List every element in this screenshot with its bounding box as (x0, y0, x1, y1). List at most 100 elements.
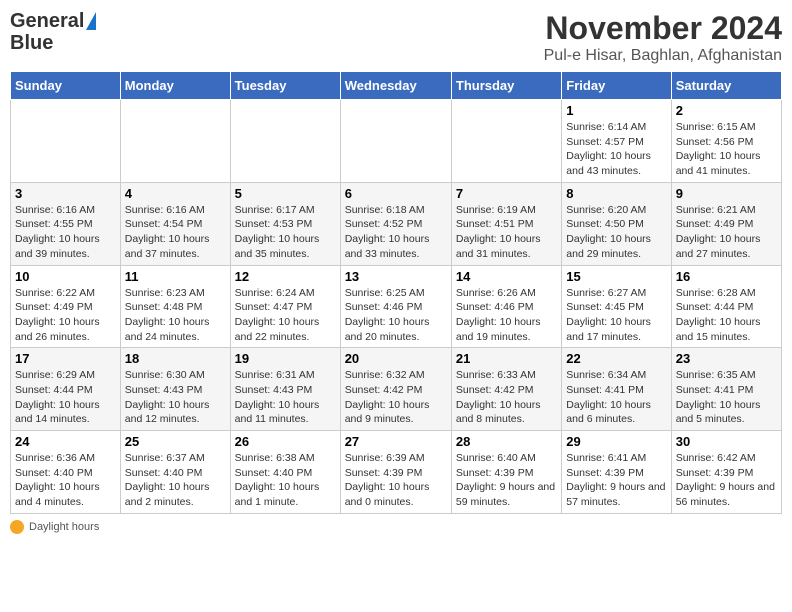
day-info: Sunrise: 6:31 AM Sunset: 4:43 PM Dayligh… (235, 368, 336, 427)
calendar-cell: 5 Sunrise: 6:17 AM Sunset: 4:53 PM Daylig… (230, 182, 340, 265)
day-number: 8 (566, 186, 666, 201)
day-info: Sunrise: 6:23 AM Sunset: 4:48 PM Dayligh… (125, 286, 226, 345)
day-info: Sunrise: 6:25 AM Sunset: 4:46 PM Dayligh… (345, 286, 447, 345)
day-number: 4 (125, 186, 226, 201)
day-info: Sunrise: 6:40 AM Sunset: 4:39 PM Dayligh… (456, 451, 557, 510)
day-info: Sunrise: 6:20 AM Sunset: 4:50 PM Dayligh… (566, 203, 666, 262)
day-info: Sunrise: 6:17 AM Sunset: 4:53 PM Dayligh… (235, 203, 336, 262)
day-number: 22 (566, 351, 666, 366)
calendar-cell: 25Sunrise: 6:37 AM Sunset: 4:40 PM Dayli… (120, 431, 230, 514)
day-number: 13 (345, 269, 447, 284)
day-number: 9 (676, 186, 777, 201)
weekday-header-wednesday: Wednesday (340, 72, 451, 100)
page-header: General Blue November 2024 Pul-e Hisar, … (10, 10, 782, 65)
day-number: 27 (345, 434, 447, 449)
calendar-table: SundayMondayTuesdayWednesdayThursdayFrid… (10, 71, 782, 514)
day-info: Sunrise: 6:16 AM Sunset: 4:54 PM Dayligh… (125, 203, 226, 262)
day-info: Sunrise: 6:29 AM Sunset: 4:44 PM Dayligh… (15, 368, 116, 427)
day-number: 11 (125, 269, 226, 284)
day-number: 26 (235, 434, 336, 449)
day-number: 28 (456, 434, 557, 449)
day-number: 1 (566, 103, 666, 118)
day-info: Sunrise: 6:27 AM Sunset: 4:45 PM Dayligh… (566, 286, 666, 345)
logo: General Blue (10, 10, 96, 54)
calendar-cell: 6 Sunrise: 6:18 AM Sunset: 4:52 PM Daylig… (340, 182, 451, 265)
calendar-cell (451, 100, 561, 183)
calendar-cell: 10Sunrise: 6:22 AM Sunset: 4:49 PM Dayli… (11, 265, 121, 348)
day-info: Sunrise: 6:19 AM Sunset: 4:51 PM Dayligh… (456, 203, 557, 262)
calendar-cell (230, 100, 340, 183)
day-info: Sunrise: 6:32 AM Sunset: 4:42 PM Dayligh… (345, 368, 447, 427)
calendar-cell (120, 100, 230, 183)
calendar-cell: 20 Sunrise: 6:32 AM Sunset: 4:42 PM Dayli… (340, 348, 451, 431)
calendar-cell: 4 Sunrise: 6:16 AM Sunset: 4:54 PM Daylig… (120, 182, 230, 265)
calendar-cell: 21Sunrise: 6:33 AM Sunset: 4:42 PM Dayli… (451, 348, 561, 431)
day-info: Sunrise: 6:30 AM Sunset: 4:43 PM Dayligh… (125, 368, 226, 427)
logo-blue: Blue (10, 32, 53, 54)
day-number: 12 (235, 269, 336, 284)
calendar-cell: 16Sunrise: 6:28 AM Sunset: 4:44 PM Dayli… (671, 265, 781, 348)
calendar-cell: 24 Sunrise: 6:36 AM Sunset: 4:40 PM Dayli… (11, 431, 121, 514)
day-info: Sunrise: 6:24 AM Sunset: 4:47 PM Dayligh… (235, 286, 336, 345)
day-number: 6 (345, 186, 447, 201)
weekday-header-friday: Friday (562, 72, 671, 100)
day-number: 10 (15, 269, 116, 284)
day-info: Sunrise: 6:33 AM Sunset: 4:42 PM Dayligh… (456, 368, 557, 427)
day-number: 19 (235, 351, 336, 366)
footer-note: Daylight hours (10, 520, 782, 534)
day-number: 5 (235, 186, 336, 201)
day-number: 14 (456, 269, 557, 284)
day-info: Sunrise: 6:39 AM Sunset: 4:39 PM Dayligh… (345, 451, 447, 510)
calendar-cell: 2Sunrise: 6:15 AM Sunset: 4:56 PM Daylig… (671, 100, 781, 183)
day-number: 17 (15, 351, 116, 366)
calendar-cell: 27 Sunrise: 6:39 AM Sunset: 4:39 PM Dayli… (340, 431, 451, 514)
location-title: Pul-e Hisar, Baghlan, Afghanistan (544, 47, 782, 65)
day-number: 23 (676, 351, 777, 366)
calendar-cell: 26 Sunrise: 6:38 AM Sunset: 4:40 PM Dayli… (230, 431, 340, 514)
calendar-cell: 1 Sunrise: 6:14 AM Sunset: 4:57 PM Daylig… (562, 100, 671, 183)
day-info: Sunrise: 6:41 AM Sunset: 4:39 PM Dayligh… (566, 451, 666, 510)
calendar-cell: 12 Sunrise: 6:24 AM Sunset: 4:47 PM Dayli… (230, 265, 340, 348)
calendar-cell: 22 Sunrise: 6:34 AM Sunset: 4:41 PM Dayli… (562, 348, 671, 431)
calendar-cell: 8 Sunrise: 6:20 AM Sunset: 4:50 PM Daylig… (562, 182, 671, 265)
calendar-cell (340, 100, 451, 183)
day-info: Sunrise: 6:36 AM Sunset: 4:40 PM Dayligh… (15, 451, 116, 510)
day-info: Sunrise: 6:14 AM Sunset: 4:57 PM Dayligh… (566, 120, 666, 179)
day-number: 20 (345, 351, 447, 366)
calendar-cell: 14Sunrise: 6:26 AM Sunset: 4:46 PM Dayli… (451, 265, 561, 348)
month-title: November 2024 (544, 10, 782, 47)
day-number: 16 (676, 269, 777, 284)
day-number: 3 (15, 186, 116, 201)
weekday-header-tuesday: Tuesday (230, 72, 340, 100)
day-number: 7 (456, 186, 557, 201)
day-info: Sunrise: 6:34 AM Sunset: 4:41 PM Dayligh… (566, 368, 666, 427)
calendar-cell: 18Sunrise: 6:30 AM Sunset: 4:43 PM Dayli… (120, 348, 230, 431)
calendar-cell: 30 Sunrise: 6:42 AM Sunset: 4:39 PM Dayli… (671, 431, 781, 514)
daylight-label: Daylight hours (29, 521, 99, 533)
day-number: 25 (125, 434, 226, 449)
day-number: 15 (566, 269, 666, 284)
day-info: Sunrise: 6:15 AM Sunset: 4:56 PM Dayligh… (676, 120, 777, 179)
day-number: 29 (566, 434, 666, 449)
weekday-header-saturday: Saturday (671, 72, 781, 100)
day-info: Sunrise: 6:18 AM Sunset: 4:52 PM Dayligh… (345, 203, 447, 262)
day-info: Sunrise: 6:38 AM Sunset: 4:40 PM Dayligh… (235, 451, 336, 510)
day-info: Sunrise: 6:16 AM Sunset: 4:55 PM Dayligh… (15, 203, 116, 262)
day-number: 30 (676, 434, 777, 449)
weekday-header-sunday: Sunday (11, 72, 121, 100)
day-info: Sunrise: 6:42 AM Sunset: 4:39 PM Dayligh… (676, 451, 777, 510)
calendar-cell: 28 Sunrise: 6:40 AM Sunset: 4:39 PM Dayli… (451, 431, 561, 514)
day-info: Sunrise: 6:21 AM Sunset: 4:49 PM Dayligh… (676, 203, 777, 262)
sun-icon (10, 520, 24, 534)
day-number: 24 (15, 434, 116, 449)
weekday-header-thursday: Thursday (451, 72, 561, 100)
logo-triangle-icon (86, 12, 96, 30)
logo-general: General (10, 10, 84, 32)
calendar-cell: 15 Sunrise: 6:27 AM Sunset: 4:45 PM Dayli… (562, 265, 671, 348)
calendar-cell: 19 Sunrise: 6:31 AM Sunset: 4:43 PM Dayli… (230, 348, 340, 431)
calendar-cell: 23 Sunrise: 6:35 AM Sunset: 4:41 PM Dayli… (671, 348, 781, 431)
day-info: Sunrise: 6:35 AM Sunset: 4:41 PM Dayligh… (676, 368, 777, 427)
title-block: November 2024 Pul-e Hisar, Baghlan, Afgh… (544, 10, 782, 65)
calendar-cell: 3 Sunrise: 6:16 AM Sunset: 4:55 PM Daylig… (11, 182, 121, 265)
calendar-cell: 11 Sunrise: 6:23 AM Sunset: 4:48 PM Dayli… (120, 265, 230, 348)
